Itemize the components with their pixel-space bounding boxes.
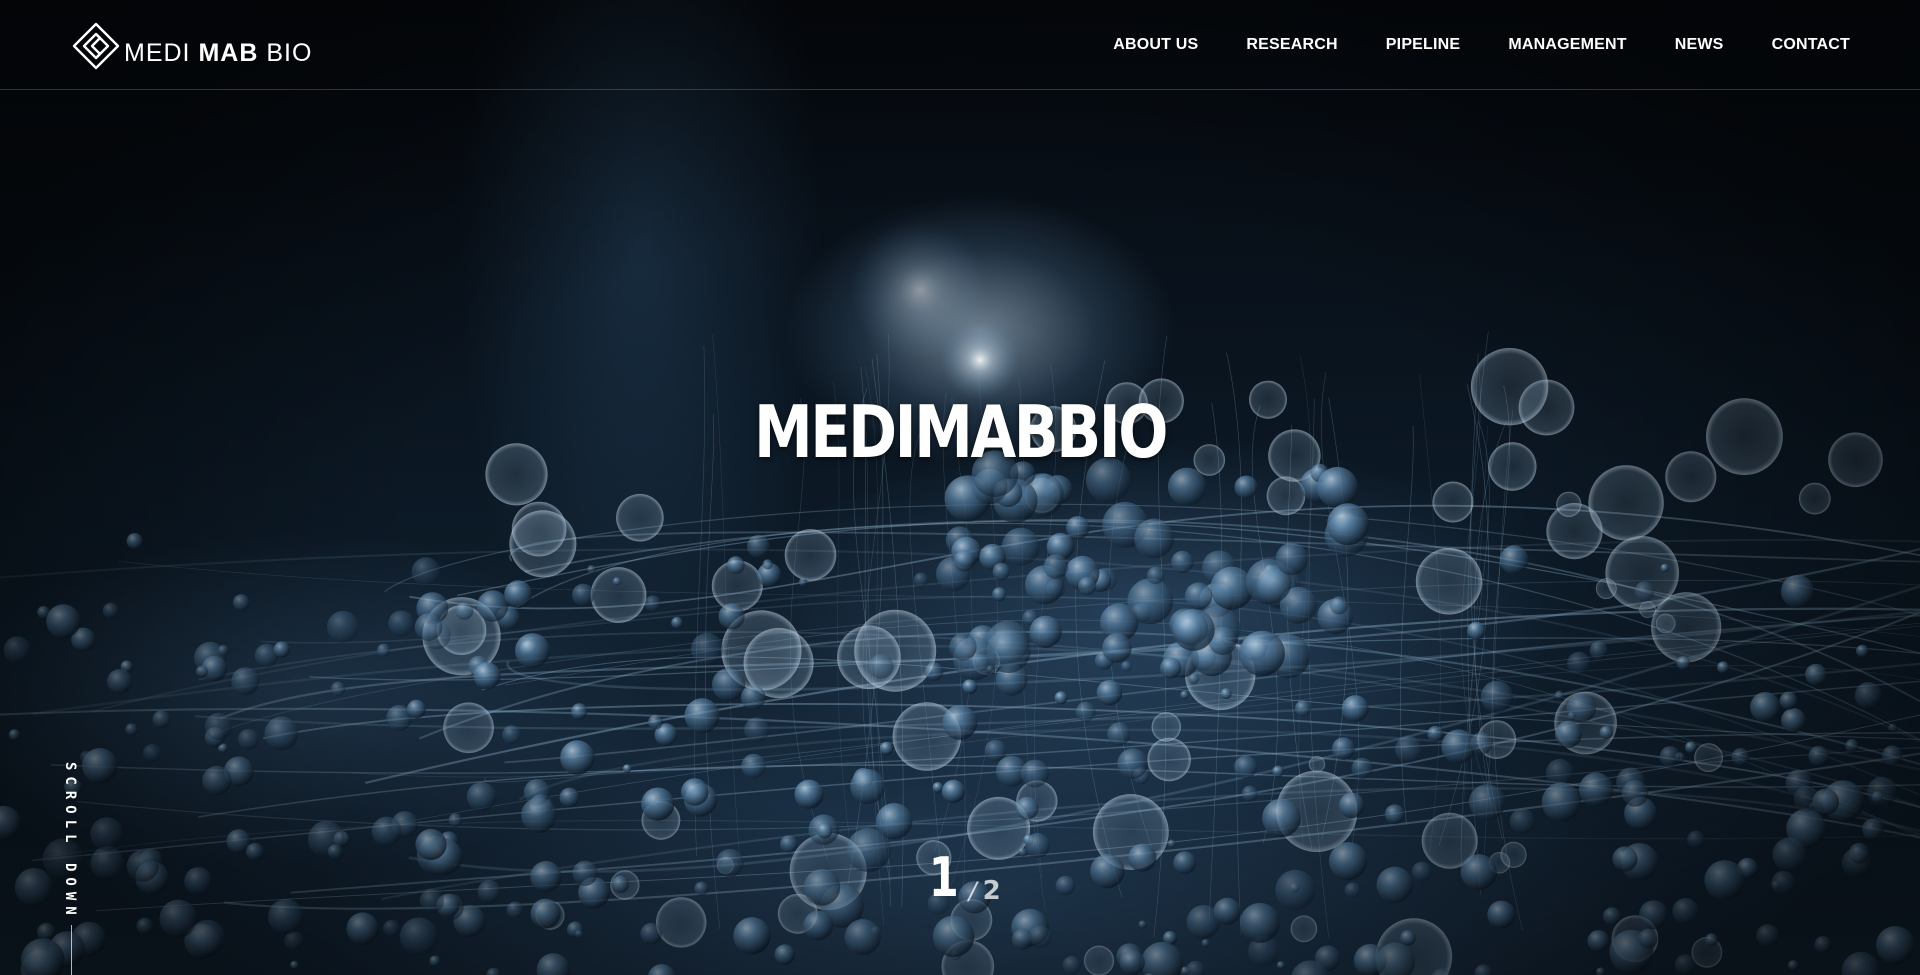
pager-separator: / [968, 877, 977, 905]
nav-item-about-us[interactable]: ABOUT US [1113, 36, 1198, 54]
hero-title: MEDIMABBIO [753, 390, 1169, 474]
pager-total: 2 [982, 876, 1001, 906]
scroll-down-indicator[interactable]: SCROLL DOWN [62, 762, 82, 921]
hero-vignette [0, 0, 1920, 975]
scroll-down-line [71, 925, 72, 975]
nav-item-contact[interactable]: CONTACT [1772, 36, 1850, 54]
hero-section: MEDI MAB BIO ABOUT US RESEARCH PIPELINE … [0, 0, 1920, 975]
slide-pager: 1 / 2 [925, 845, 1001, 905]
main-nav: ABOUT US RESEARCH PIPELINE MANAGEMENT NE… [1065, 0, 1850, 89]
scroll-down-label: SCROLL DOWN [62, 762, 78, 921]
nav-item-news[interactable]: NEWS [1675, 36, 1724, 54]
nav-item-pipeline[interactable]: PIPELINE [1386, 36, 1461, 54]
site-logo[interactable]: MEDI MAB BIO [70, 20, 312, 72]
nav-item-research[interactable]: RESEARCH [1246, 36, 1337, 54]
nav-item-management[interactable]: MANAGEMENT [1508, 36, 1626, 54]
pager-current: 1 [928, 846, 959, 909]
logo-wordmark: MEDI MAB BIO [124, 38, 313, 67]
medimabbio-logo-icon [72, 22, 120, 70]
site-header: MEDI MAB BIO ABOUT US RESEARCH PIPELINE … [0, 0, 1920, 90]
